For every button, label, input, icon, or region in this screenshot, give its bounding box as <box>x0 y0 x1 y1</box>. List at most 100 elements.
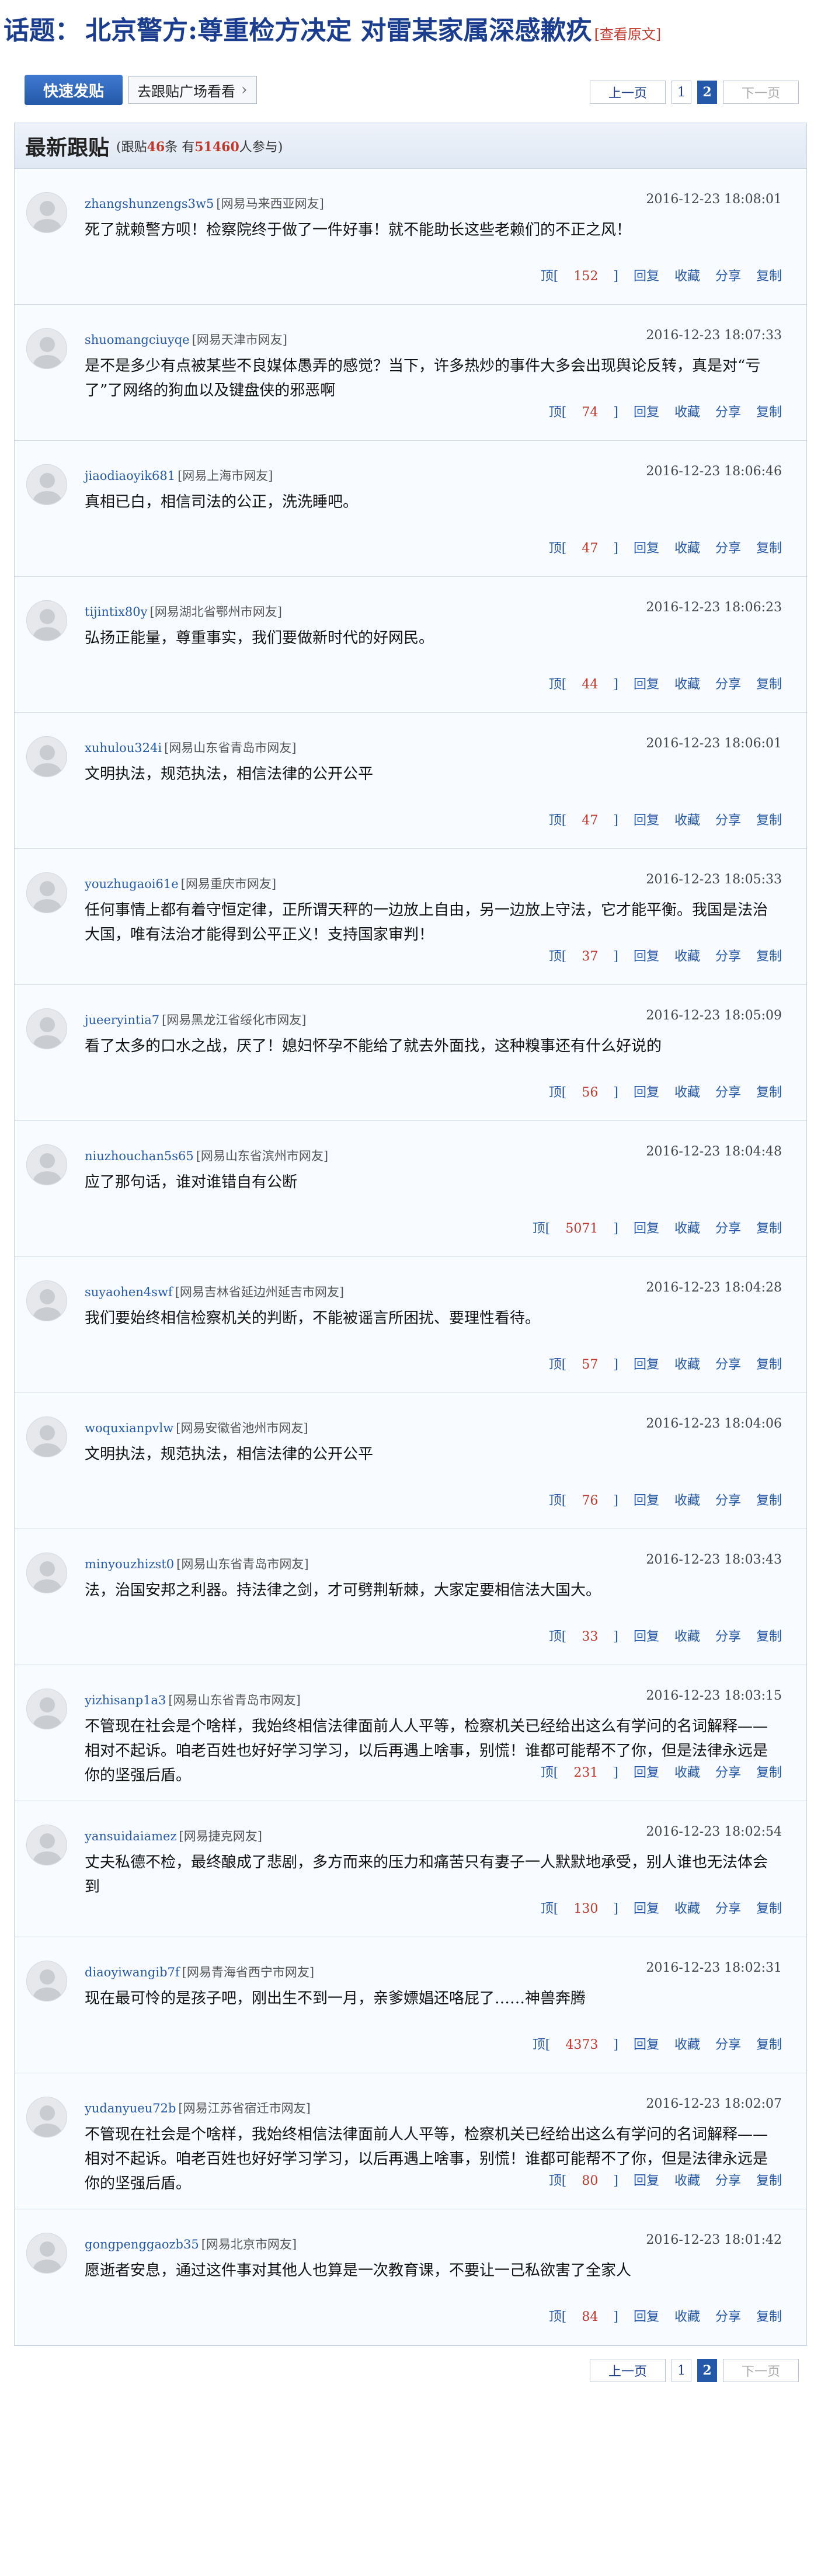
copy-button[interactable]: 复制 <box>756 1626 782 1645</box>
collect-button[interactable]: 收藏 <box>674 1626 700 1645</box>
avatar[interactable] <box>26 1144 67 1185</box>
quick-post-button[interactable]: 快速发贴 <box>25 75 123 105</box>
view-original-link[interactable]: [查看原文] <box>594 23 662 43</box>
upvote-button[interactable]: 顶[4373] <box>517 2034 618 2053</box>
upvote-button[interactable]: 顶[231] <box>526 1762 618 1781</box>
username-link[interactable]: yizhisanp1a3 <box>85 1693 166 1707</box>
share-button[interactable]: 分享 <box>715 1082 741 1101</box>
copy-button[interactable]: 复制 <box>756 946 782 965</box>
share-button[interactable]: 分享 <box>715 1354 741 1373</box>
copy-button[interactable]: 复制 <box>756 810 782 829</box>
reply-button[interactable]: 回复 <box>634 810 659 829</box>
username-link[interactable]: shuomangciuyqe <box>85 333 190 347</box>
upvote-button[interactable]: 顶[57] <box>534 1354 618 1373</box>
username-link[interactable]: tijintix80y <box>85 605 148 619</box>
reply-button[interactable]: 回复 <box>634 946 659 965</box>
page-2-button[interactable]: 2 <box>697 2359 717 2382</box>
next-page-button[interactable]: 下一页 <box>723 2359 799 2382</box>
share-button[interactable]: 分享 <box>715 1898 741 1917</box>
avatar[interactable] <box>26 328 67 369</box>
copy-button[interactable]: 复制 <box>756 1218 782 1237</box>
collect-button[interactable]: 收藏 <box>674 1218 700 1237</box>
avatar[interactable] <box>26 1961 67 2001</box>
copy-button[interactable]: 复制 <box>756 1898 782 1917</box>
reply-button[interactable]: 回复 <box>634 402 659 420</box>
username-link[interactable]: gongpenggaozb35 <box>85 2237 199 2251</box>
upvote-button[interactable]: 顶[56] <box>534 1082 618 1101</box>
share-button[interactable]: 分享 <box>715 946 741 965</box>
avatar[interactable] <box>26 872 67 913</box>
collect-button[interactable]: 收藏 <box>674 2170 700 2189</box>
share-button[interactable]: 分享 <box>715 402 741 420</box>
page-1-button[interactable]: 1 <box>672 81 691 104</box>
avatar[interactable] <box>26 1552 67 1593</box>
username-link[interactable]: youzhugaoi61e <box>85 877 179 891</box>
collect-button[interactable]: 收藏 <box>674 1898 700 1917</box>
reply-button[interactable]: 回复 <box>634 1082 659 1101</box>
collect-button[interactable]: 收藏 <box>674 810 700 829</box>
share-button[interactable]: 分享 <box>715 538 741 556</box>
reply-button[interactable]: 回复 <box>634 674 659 692</box>
share-button[interactable]: 分享 <box>715 1218 741 1237</box>
next-page-button[interactable]: 下一页 <box>723 81 799 104</box>
upvote-button[interactable]: 顶[76] <box>534 1490 618 1509</box>
copy-button[interactable]: 复制 <box>756 1354 782 1373</box>
reply-button[interactable]: 回复 <box>634 1218 659 1237</box>
username-link[interactable]: yansuidaiamez <box>85 1829 177 1843</box>
share-button[interactable]: 分享 <box>715 2306 741 2325</box>
reply-button[interactable]: 回复 <box>634 1490 659 1509</box>
reply-button[interactable]: 回复 <box>634 1354 659 1373</box>
share-button[interactable]: 分享 <box>715 674 741 692</box>
username-link[interactable]: diaoyiwangib7f <box>85 1965 180 1979</box>
share-button[interactable]: 分享 <box>715 1762 741 1781</box>
page-1-button[interactable]: 1 <box>672 2359 691 2382</box>
reply-button[interactable]: 回复 <box>634 1762 659 1781</box>
reply-button[interactable]: 回复 <box>634 2170 659 2189</box>
copy-button[interactable]: 复制 <box>756 2034 782 2053</box>
username-link[interactable]: yudanyueu72b <box>85 2101 176 2115</box>
reply-button[interactable]: 回复 <box>634 2034 659 2053</box>
avatar[interactable] <box>26 1689 67 1729</box>
copy-button[interactable]: 复制 <box>756 402 782 420</box>
topic-title[interactable]: 北京警方:尊重检方决定 对雷某家属深感歉疚 <box>85 9 592 47</box>
avatar[interactable] <box>26 600 67 641</box>
username-link[interactable]: jueeryintia7 <box>85 1013 159 1027</box>
reply-button[interactable]: 回复 <box>634 538 659 556</box>
page-2-button[interactable]: 2 <box>697 81 717 104</box>
copy-button[interactable]: 复制 <box>756 266 782 284</box>
collect-button[interactable]: 收藏 <box>674 266 700 284</box>
upvote-button[interactable]: 顶[33] <box>534 1626 618 1645</box>
username-link[interactable]: jiaodiaoyik681 <box>85 469 175 483</box>
prev-page-button[interactable]: 上一页 <box>590 2359 666 2382</box>
avatar[interactable] <box>26 1825 67 1865</box>
collect-button[interactable]: 收藏 <box>674 538 700 556</box>
collect-button[interactable]: 收藏 <box>674 946 700 965</box>
username-link[interactable]: minyouzhizst0 <box>85 1557 174 1571</box>
avatar[interactable] <box>26 2233 67 2274</box>
username-link[interactable]: niuzhouchan5s65 <box>85 1149 194 1163</box>
go-to-square-button[interactable]: 去跟贴广场看看 › <box>128 76 257 104</box>
upvote-button[interactable]: 顶[80] <box>534 2170 618 2189</box>
copy-button[interactable]: 复制 <box>756 1082 782 1101</box>
avatar[interactable] <box>26 192 67 233</box>
prev-page-button[interactable]: 上一页 <box>590 81 666 104</box>
share-button[interactable]: 分享 <box>715 810 741 829</box>
username-link[interactable]: zhangshunzengs3w5 <box>85 197 214 211</box>
copy-button[interactable]: 复制 <box>756 1762 782 1781</box>
upvote-button[interactable]: 顶[5071] <box>517 1218 618 1237</box>
avatar[interactable] <box>26 1416 67 1457</box>
share-button[interactable]: 分享 <box>715 266 741 284</box>
copy-button[interactable]: 复制 <box>756 538 782 556</box>
username-link[interactable]: woquxianpvlw <box>85 1421 173 1435</box>
collect-button[interactable]: 收藏 <box>674 1082 700 1101</box>
avatar[interactable] <box>26 736 67 777</box>
avatar[interactable] <box>26 1008 67 1049</box>
upvote-button[interactable]: 顶[152] <box>526 266 618 284</box>
upvote-button[interactable]: 顶[47] <box>534 810 618 829</box>
collect-button[interactable]: 收藏 <box>674 1490 700 1509</box>
upvote-button[interactable]: 顶[84] <box>534 2306 618 2325</box>
reply-button[interactable]: 回复 <box>634 1626 659 1645</box>
collect-button[interactable]: 收藏 <box>674 1354 700 1373</box>
reply-button[interactable]: 回复 <box>634 266 659 284</box>
share-button[interactable]: 分享 <box>715 2034 741 2053</box>
